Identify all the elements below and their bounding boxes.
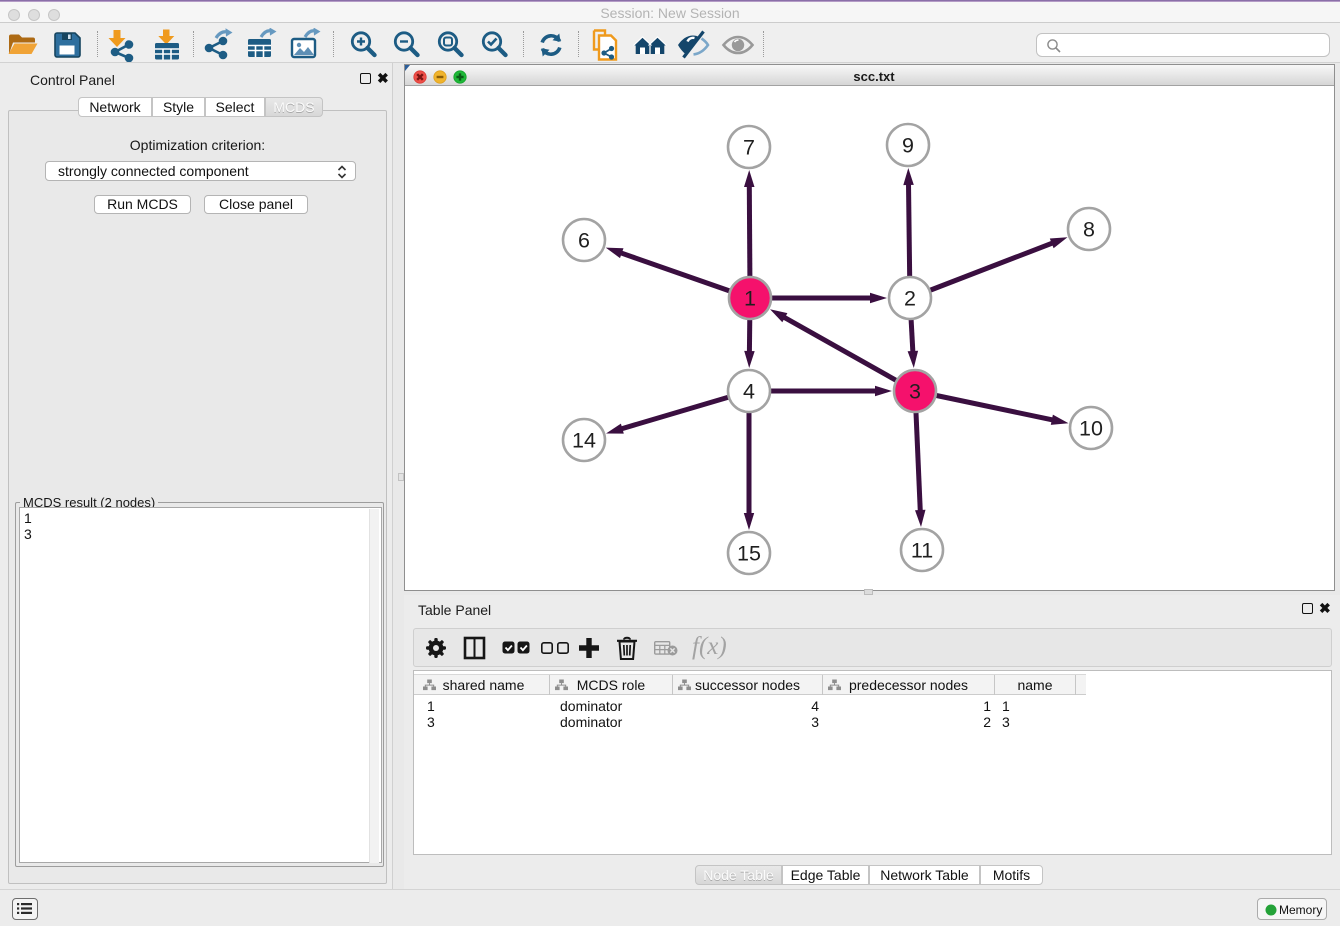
svg-text:8: 8 [1083,218,1095,242]
svg-text:7: 7 [743,136,755,160]
svg-text:1: 1 [744,287,756,311]
svg-text:4: 4 [743,380,755,404]
svg-text:15: 15 [737,542,761,566]
svg-text:11: 11 [911,539,933,563]
svg-text:3: 3 [909,380,921,404]
svg-text:9: 9 [902,134,914,158]
svg-text:2: 2 [904,287,916,311]
svg-text:10: 10 [1079,417,1103,441]
svg-text:6: 6 [578,229,590,253]
svg-text:14: 14 [572,429,596,453]
